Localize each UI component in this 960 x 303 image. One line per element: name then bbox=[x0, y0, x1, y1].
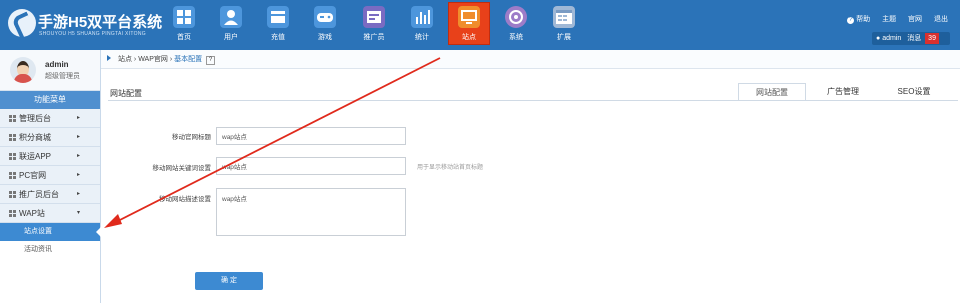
logout-link[interactable]: 退出 bbox=[934, 16, 948, 23]
breadcrumb: 站点 › WAP官网 › 基本配置 ? bbox=[101, 50, 960, 69]
chart-icon bbox=[411, 6, 433, 28]
sidebar: admin 超级管理员 功能菜单 管理后台 ▸ 积分商城 ▸ 联运APP ▸ PC官网… bbox=[0, 50, 101, 303]
mobile-description-label: 移动网站描述设置 bbox=[159, 196, 211, 203]
logo-subtitle: SHOUYOU H5 SHUANG PINGTAI XITONG bbox=[39, 31, 146, 37]
user-icon-small: ● bbox=[876, 35, 881, 42]
help-link[interactable]: ? 帮助 bbox=[847, 16, 870, 24]
profile-panel: admin 超级管理员 bbox=[0, 50, 100, 91]
theme-link[interactable]: 主题 bbox=[882, 16, 896, 23]
chevron-right-icon: ▸ bbox=[76, 134, 80, 140]
sidebar-item-points-mall[interactable]: 积分商城 ▸ bbox=[0, 128, 100, 147]
nav-recharge-label: 充值 bbox=[271, 34, 285, 41]
breadcrumb-mid[interactable]: WAP官网 bbox=[138, 56, 168, 63]
mobile-description-textarea[interactable]: wap站点 bbox=[216, 188, 406, 236]
breadcrumb-arrow-icon bbox=[107, 55, 114, 61]
sidebar-subitem-activity-news[interactable]: 活动资讯 bbox=[0, 241, 100, 259]
tab-site-config[interactable]: 网站配置 bbox=[738, 83, 806, 101]
chevron-down-icon: ▾ bbox=[76, 210, 80, 216]
nav-system-label: 系统 bbox=[509, 34, 523, 41]
logo[interactable]: 手游H5双平台系统 SHOUYOU H5 SHUANG PINGTAI XITO… bbox=[8, 8, 168, 42]
nav-user-label: 用户 bbox=[224, 34, 238, 41]
tab-seo-settings[interactable]: SEO设置 bbox=[880, 83, 948, 101]
chevron-right-icon: ▸ bbox=[76, 115, 80, 121]
grid-icon bbox=[9, 210, 16, 217]
nav-site-label: 站点 bbox=[462, 34, 476, 41]
menu-title: 功能菜单 bbox=[0, 91, 100, 109]
user-icon bbox=[220, 6, 242, 28]
annotation-arrow-head bbox=[104, 214, 122, 228]
keywords-hint: 用于显示移动站首页标题 bbox=[417, 165, 484, 171]
nav-site[interactable]: 站点 bbox=[448, 2, 490, 45]
breadcrumb-current: 基本配置 bbox=[174, 56, 203, 63]
mobile-title-label: 移动官网标题 bbox=[172, 134, 211, 141]
grid-icon bbox=[9, 191, 16, 198]
sidebar-item-promoter-admin[interactable]: 推广员后台 ▸ bbox=[0, 185, 100, 204]
site-icon bbox=[458, 6, 480, 28]
tab-ad-management[interactable]: 广告管理 bbox=[806, 83, 880, 101]
mobile-keywords-input[interactable] bbox=[216, 157, 406, 175]
submit-button[interactable]: 确 定 bbox=[195, 272, 263, 290]
gamepad-icon bbox=[314, 6, 336, 28]
home-icon bbox=[173, 6, 195, 28]
grid-icon bbox=[9, 134, 16, 141]
help-icon[interactable]: ? bbox=[206, 56, 216, 65]
nav-promoter[interactable]: 推广员 bbox=[354, 4, 394, 45]
wap-submenu: 站点设置 活动资讯 bbox=[0, 223, 101, 303]
nav-game[interactable]: 游戏 bbox=[305, 4, 345, 45]
grid-icon bbox=[9, 115, 16, 122]
extension-icon bbox=[553, 6, 575, 28]
grid-icon bbox=[9, 153, 16, 160]
promoter-icon bbox=[363, 6, 385, 28]
user-box[interactable]: ● admin 消息 39 bbox=[872, 32, 950, 45]
breadcrumb-separator: › bbox=[133, 56, 137, 63]
nav-recharge[interactable]: 充值 bbox=[258, 4, 298, 45]
website-link[interactable]: 官网 bbox=[908, 16, 922, 23]
grid-icon bbox=[9, 172, 16, 179]
profile-role: 超级管理员 bbox=[45, 73, 80, 80]
sidebar-item-pc-site[interactable]: PC官网 ▸ bbox=[0, 166, 100, 185]
recharge-icon bbox=[267, 6, 289, 28]
chevron-right-icon: ▸ bbox=[76, 172, 80, 178]
help-icon: ? bbox=[847, 17, 855, 24]
nav-home-label: 首页 bbox=[177, 34, 191, 41]
logo-title: 手游H5双平台系统 bbox=[38, 14, 163, 31]
nav-game-label: 游戏 bbox=[318, 34, 332, 41]
mobile-keywords-label: 移动网站关键词设置 bbox=[152, 165, 212, 172]
user-name: admin bbox=[882, 35, 902, 42]
nav-stats[interactable]: 统计 bbox=[402, 4, 442, 45]
top-links: ? 帮助 主题 官网 退出 bbox=[837, 14, 948, 24]
breadcrumb-root[interactable]: 站点 bbox=[118, 56, 132, 63]
nav-user[interactable]: 用户 bbox=[211, 4, 251, 45]
sidebar-item-admin[interactable]: 管理后台 ▸ bbox=[0, 109, 100, 128]
nav-stats-label: 统计 bbox=[415, 34, 429, 41]
sidebar-subitem-site-settings[interactable]: 站点设置 bbox=[0, 223, 101, 241]
top-header: 手游H5双平台系统 SHOUYOU H5 SHUANG PINGTAI XITO… bbox=[0, 0, 960, 50]
chevron-right-icon: ▸ bbox=[76, 153, 80, 159]
avatar[interactable] bbox=[10, 57, 36, 83]
sidebar-item-wap[interactable]: WAP站 ▾ bbox=[0, 204, 100, 223]
nav-extension[interactable]: 扩展 bbox=[544, 4, 584, 45]
message-label[interactable]: 消息 bbox=[907, 35, 921, 42]
system-icon bbox=[505, 6, 527, 28]
page-title: 网站配置 bbox=[110, 89, 142, 98]
logo-icon bbox=[8, 9, 36, 37]
nav-home[interactable]: 首页 bbox=[164, 4, 204, 45]
message-count-badge[interactable]: 39 bbox=[925, 33, 939, 44]
mobile-title-input[interactable] bbox=[216, 127, 406, 145]
nav-promoter-label: 推广员 bbox=[363, 34, 385, 41]
breadcrumb-separator: › bbox=[169, 56, 173, 63]
chevron-right-icon: ▸ bbox=[76, 191, 80, 197]
nav-system[interactable]: 系统 bbox=[496, 4, 536, 45]
nav-extension-label: 扩展 bbox=[557, 34, 571, 41]
profile-name: admin bbox=[45, 60, 69, 69]
sidebar-item-app[interactable]: 联运APP ▸ bbox=[0, 147, 100, 166]
divider bbox=[108, 100, 958, 101]
